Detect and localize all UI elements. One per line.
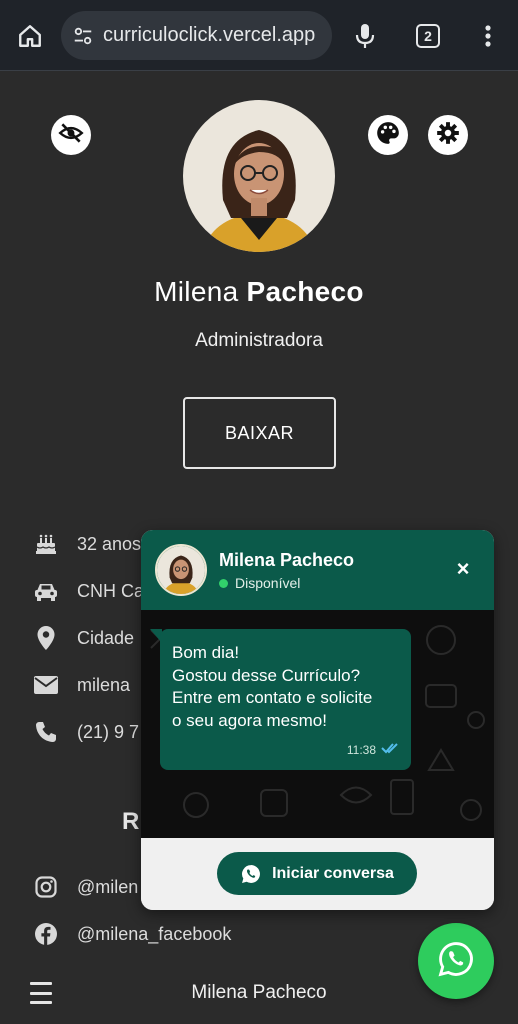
social-facebook[interactable]: @milena_facebook (32, 919, 231, 949)
message-line: Entre em contato e solicite (172, 688, 373, 707)
message-bubble: Bom dia! Gostou desse Currículo? Entre e… (160, 629, 411, 770)
info-row-email: milena (32, 670, 130, 700)
instagram-icon (32, 873, 60, 901)
read-check-icon (381, 742, 399, 757)
chat-header: Milena Pacheco Disponível × (141, 530, 494, 610)
chat-status: Disponível (219, 575, 300, 591)
last-name: Pacheco (246, 276, 364, 307)
whatsapp-chat-popup: Milena Pacheco Disponível × Bom dia! Gos… (141, 530, 494, 910)
birthday-cake-icon (32, 530, 60, 558)
info-phone-text: (21) 9 7 (77, 721, 140, 742)
mic-icon[interactable] (350, 20, 380, 52)
message-line: o seu agora mesmo! (172, 710, 327, 730)
settings-button[interactable] (428, 115, 468, 155)
info-row-city: Cidade (32, 623, 134, 653)
tabs-counter-button[interactable]: 2 (416, 24, 440, 48)
info-license-text: CNH Ca (77, 580, 145, 601)
chat-status-text: Disponível (235, 575, 301, 591)
info-age-text: 32 anos (77, 533, 142, 554)
hide-eye-button[interactable] (51, 115, 91, 155)
info-row-phone: (21) 9 7 (32, 717, 139, 747)
whatsapp-icon (437, 940, 475, 983)
message-line: Bom dia! (172, 643, 240, 662)
car-icon (32, 577, 60, 605)
first-name: Milena (154, 276, 239, 307)
more-vert-icon[interactable] (476, 20, 500, 52)
chat-footer: Iniciar conversa (141, 838, 494, 910)
whatsapp-icon (240, 863, 262, 885)
chat-contact-name: Milena Pacheco (219, 550, 355, 570)
facebook-icon (32, 920, 60, 948)
online-dot-icon (219, 578, 228, 588)
location-pin-icon (32, 624, 60, 652)
start-conversation-label: Iniciar conversa (272, 864, 394, 882)
message-time-text: 11:38 (346, 742, 376, 757)
chat-avatar (155, 544, 207, 596)
palette-icon (375, 120, 401, 151)
address-bar[interactable]: curriculoclick.vercel.app (61, 11, 332, 60)
profile-name: Milena Pacheco (0, 276, 518, 308)
profile-avatar (183, 100, 335, 252)
start-conversation-button[interactable]: Iniciar conversa (217, 852, 417, 895)
info-row-license: CNH Ca (32, 576, 144, 606)
social-heading: R (122, 808, 140, 835)
info-email-text: milena (77, 674, 131, 695)
whatsapp-fab-button[interactable] (418, 923, 494, 999)
download-button[interactable]: BAIXAR (183, 397, 336, 469)
home-icon[interactable] (14, 20, 46, 52)
theme-palette-button[interactable] (368, 115, 408, 155)
gear-icon (435, 120, 461, 151)
tune-icon[interactable] (71, 24, 95, 48)
info-row-age: 32 anos (32, 529, 141, 559)
browser-toolbar: curriculoclick.vercel.app 2 (0, 0, 518, 71)
eye-off-icon (58, 120, 84, 151)
profile-role: Administradora (195, 330, 323, 351)
phone-icon (32, 718, 60, 746)
message-line: Gostou desse Currículo? (172, 665, 361, 685)
info-city-text: Cidade (77, 627, 135, 648)
chat-messages-area: Bom dia! Gostou desse Currículo? Entre e… (141, 610, 494, 838)
close-icon[interactable]: × (451, 556, 475, 581)
social-instagram[interactable]: @milen (32, 872, 138, 902)
url-text: curriculoclick.vercel.app (103, 24, 316, 46)
facebook-handle: @milena_facebook (77, 923, 232, 944)
email-icon (32, 671, 60, 699)
message-time: 11:38 (347, 742, 399, 757)
instagram-handle: @milen (77, 876, 139, 897)
